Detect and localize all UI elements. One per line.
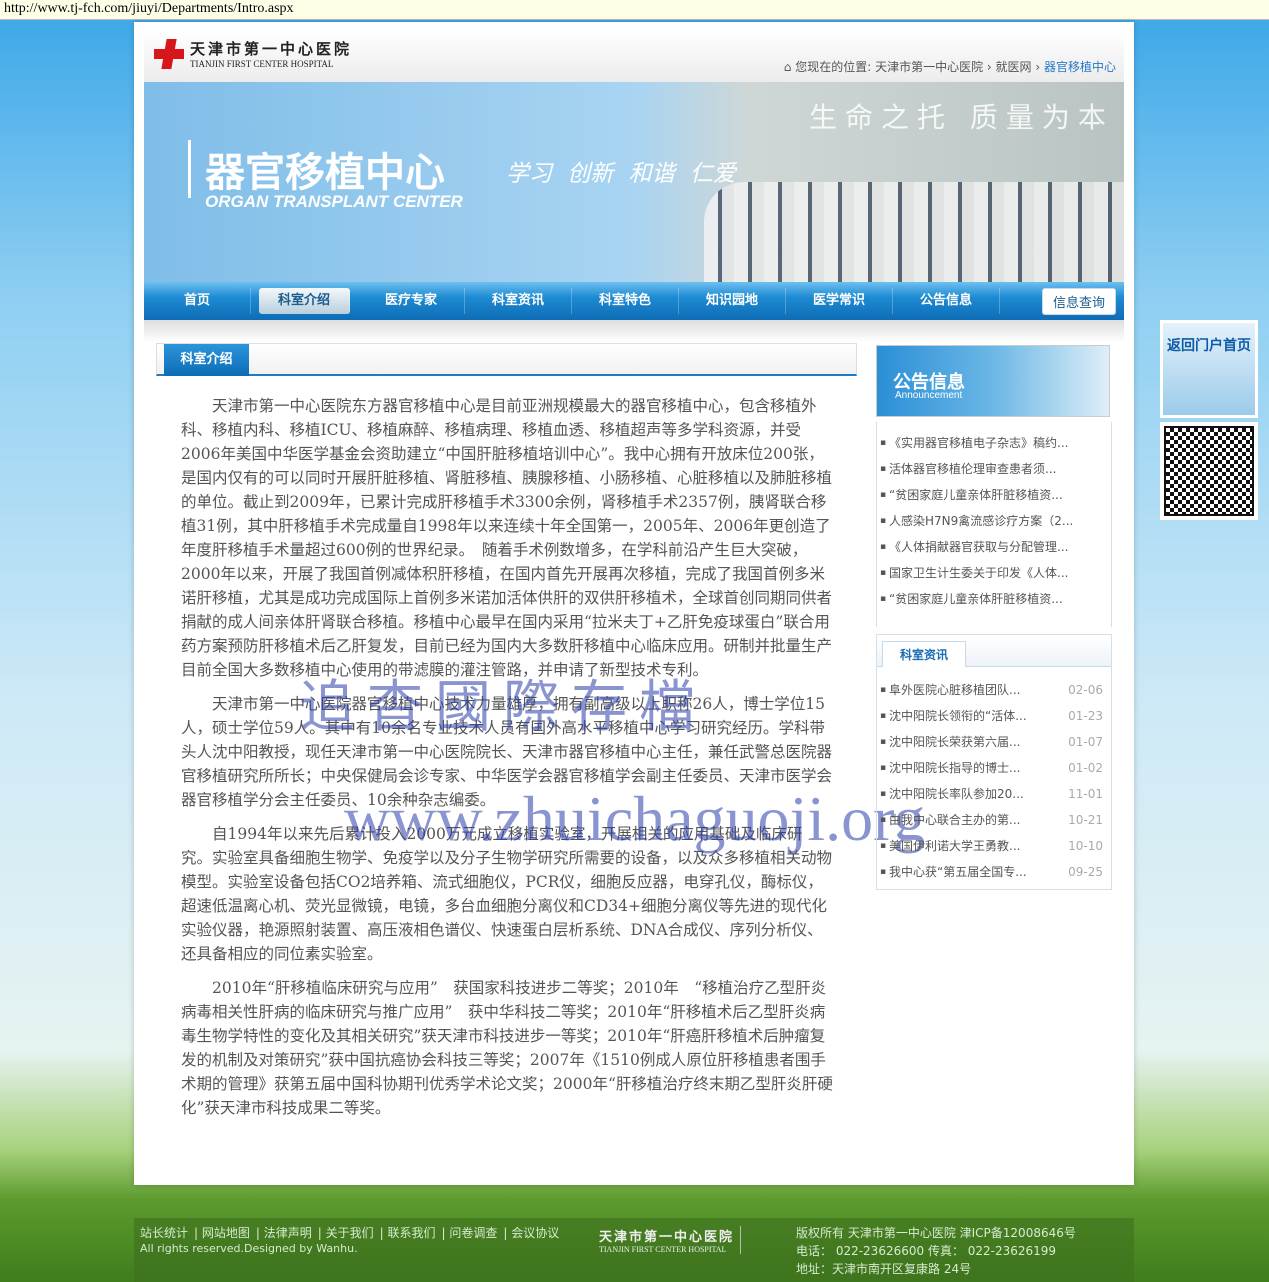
footer-info-line: 地址：天津市南开区复康路 24号 [796, 1260, 1076, 1278]
paragraph: 2010年“肝移植临床研究与应用” 获国家科技进步二等奖；2010年 “移植治疗… [181, 976, 833, 1120]
announcement-subtitle: Announcement [895, 390, 962, 401]
list-item[interactable]: 我中心获“第五届全国专... 09-25 [877, 859, 1111, 885]
tab-news[interactable]: 科室资讯 [882, 641, 966, 667]
footer: 站长统计| 网站地图| 法律声明| 关于我们| 联系我们| 问卷调查| 会议协议… [134, 1218, 1134, 1282]
article-body: 天津市第一中心医院东方器官移植中心是目前亚洲规模最大的器官移植中心，包含移植外科… [181, 394, 833, 1130]
nav-features[interactable]: 科室特色 [572, 288, 679, 314]
news-title[interactable]: 由我中心联合主办的第... [889, 813, 1020, 827]
footer-logo: 天津市第一中心医院TIANJIN FIRST CENTER HOSPITAL [599, 1226, 741, 1254]
floating-sidebar: 返回门户首页 [1160, 320, 1258, 520]
list-item[interactable]: “贫困家庭儿童亲体肝脏移植资... [877, 482, 1111, 508]
banner: 生命之托 质量为本 器官移植中心 ORGAN TRANSPLANT CENTER… [144, 82, 1124, 282]
news-date: 02-06 [1068, 677, 1103, 703]
list-item[interactable]: 国家卫生计生委关于印发《人体... [877, 560, 1111, 586]
news-title[interactable]: 沈中阳院长指导的博士... [889, 761, 1020, 775]
news-date: 01-07 [1068, 729, 1103, 755]
news-title[interactable]: 沈中阳院长荣获第六届... [889, 735, 1020, 749]
footer-logo-cn: 天津市第一中心医院 [599, 1230, 734, 1245]
nav-medical-knowledge[interactable]: 医学常识 [786, 288, 893, 314]
announcement-banner: 公告信息 Announcement [876, 345, 1110, 417]
back-to-portal-button[interactable]: 返回门户首页 [1160, 320, 1258, 418]
hospital-logo[interactable]: 天津市第一中心医院 TIANJIN FIRST CENTER HOSPITAL [154, 38, 352, 69]
footer-logo-en: TIANJIN FIRST CENTER HOSPITAL [599, 1245, 734, 1254]
banner-slogan: 生命之托 质量为本 [809, 96, 1114, 136]
main-nav: 首页 科室介绍 医疗专家 科室资讯 科室特色 知识园地 医学常识 公告信息 信息… [144, 282, 1124, 320]
logo-cn: 天津市第一中心医院 [190, 38, 352, 59]
list-item[interactable]: 沈中阳院长荣获第六届... 01-07 [877, 729, 1111, 755]
announcement-list: 《实用器官移植电子杂志》稿约... 活体器官移植伦理审查患者须... “贫困家庭… [876, 422, 1112, 627]
footer-copyright: All rights reserved.Designed by Wanhu. [140, 1242, 358, 1255]
news-title[interactable]: 沈中阳院长率队参加20... [889, 787, 1024, 801]
list-item[interactable]: 活体器官移植伦理审查患者须... [877, 456, 1111, 482]
news-date: 09-25 [1068, 859, 1103, 885]
paragraph: 天津市第一中心医院东方器官移植中心是目前亚洲规模最大的器官移植中心，包含移植外科… [181, 394, 833, 682]
qr-code [1160, 422, 1258, 520]
breadcrumb-jiuyi[interactable]: 就医网 [996, 60, 1032, 74]
address-bar[interactable]: http://www.tj-fch.com/jiuyi/Departments/… [0, 0, 1269, 20]
breadcrumb-hospital[interactable]: 天津市第一中心医院 [875, 60, 983, 74]
nav-knowledge[interactable]: 知识园地 [679, 288, 786, 314]
breadcrumb-current[interactable]: 器官移植中心 [1044, 60, 1116, 74]
list-item[interactable]: 沈中阳院长率队参加20... 11-01 [877, 781, 1111, 807]
news-title[interactable]: 美国伊利诺大学王勇教... [889, 839, 1020, 853]
footer-link[interactable]: 网站地图 [202, 1226, 250, 1240]
section-tab-bar: 科室介绍 [156, 343, 857, 376]
divider-strip [144, 320, 1124, 342]
list-item[interactable]: 美国伊利诺大学王勇教... 10-10 [877, 833, 1111, 859]
banner-subtitle: ORGAN TRANSPLANT CENTER [188, 192, 463, 212]
nav-news[interactable]: 科室资讯 [465, 288, 572, 314]
nav-home[interactable]: 首页 [144, 288, 251, 314]
list-item[interactable]: 沈中阳院长指导的博士... 01-02 [877, 755, 1111, 781]
news-title[interactable]: 沈中阳院长领衔的“活体... [889, 709, 1027, 723]
list-item[interactable]: 《实用器官移植电子杂志》稿约... [877, 430, 1111, 456]
footer-info-line: 版权所有 天津市第一中心医院 津ICP备12008646号 [796, 1224, 1076, 1242]
staff-photo [704, 182, 1124, 282]
footer-link[interactable]: 联系我们 [388, 1226, 436, 1240]
footer-link[interactable]: 关于我们 [326, 1226, 374, 1240]
list-item[interactable]: 由我中心联合主办的第... 10-21 [877, 807, 1111, 833]
news-box: 科室资讯 阜外医院心脏移植团队... 02-06 沈中阳院长领衔的“活体... 01… [876, 634, 1112, 890]
banner-motto: 学习 创新 和谐 仁爱 [506, 154, 736, 188]
info-query-button[interactable]: 信息查询 [1042, 288, 1116, 315]
footer-link[interactable]: 站长统计 [140, 1226, 188, 1240]
banner-title: 器官移植中心 [188, 140, 445, 198]
news-title[interactable]: 阜外医院心脏移植团队... [889, 683, 1020, 697]
tab-intro[interactable]: 科室介绍 [164, 344, 249, 376]
page-container: 天津市第一中心医院 TIANJIN FIRST CENTER HOSPITAL … [134, 22, 1134, 1185]
paragraph: 自1994年以来先后累计投入2000万元成立移植实验室，开展相关的应用基础及临床… [181, 822, 833, 966]
news-title[interactable]: 我中心获“第五届全国专... [889, 865, 1027, 879]
footer-link[interactable]: 问卷调查 [449, 1226, 497, 1240]
footer-link[interactable]: 法律声明 [264, 1226, 312, 1240]
footer-info-line: 电话： 022-23626600 传真： 022-23626199 [796, 1242, 1076, 1260]
nav-intro[interactable]: 科室介绍 [259, 288, 350, 314]
list-item[interactable]: “贫困家庭儿童亲体肝脏移植资... [877, 586, 1111, 612]
list-item[interactable]: 人感染H7N9禽流感诊疗方案（2... [877, 508, 1111, 534]
nav-announcements[interactable]: 公告信息 [893, 288, 1000, 314]
news-date: 10-10 [1068, 833, 1103, 859]
news-date: 10-21 [1068, 807, 1103, 833]
footer-link[interactable]: 会议协议 [511, 1226, 559, 1240]
footer-info: 版权所有 天津市第一中心医院 津ICP备12008646号 电话： 022-23… [796, 1224, 1076, 1278]
news-date: 01-02 [1068, 755, 1103, 781]
logo-en: TIANJIN FIRST CENTER HOSPITAL [190, 59, 352, 69]
news-date: 11-01 [1068, 781, 1103, 807]
list-item[interactable]: 《人体捐献器官获取与分配管理... [877, 534, 1111, 560]
red-cross-icon [154, 39, 184, 69]
list-item[interactable]: 阜外医院心脏移植团队... 02-06 [877, 677, 1111, 703]
home-icon: ⌂ [784, 60, 795, 74]
header: 天津市第一中心医院 TIANJIN FIRST CENTER HOSPITAL … [144, 30, 1124, 82]
news-date: 01-23 [1068, 703, 1103, 729]
footer-links: 站长统计| 网站地图| 法律声明| 关于我们| 联系我们| 问卷调查| 会议协议 [140, 1224, 565, 1241]
paragraph: 天津市第一中心医院器官移植中心技术力量雄厚，拥有副高级以上职称26人，博士学位1… [181, 692, 833, 812]
breadcrumb: ⌂ 您现在的位置: 天津市第一中心医院 › 就医网 › 器官移植中心 [784, 58, 1116, 75]
list-item[interactable]: 沈中阳院长领衔的“活体... 01-23 [877, 703, 1111, 729]
breadcrumb-prefix: 您现在的位置: [795, 60, 871, 74]
nav-experts[interactable]: 医疗专家 [358, 288, 465, 314]
